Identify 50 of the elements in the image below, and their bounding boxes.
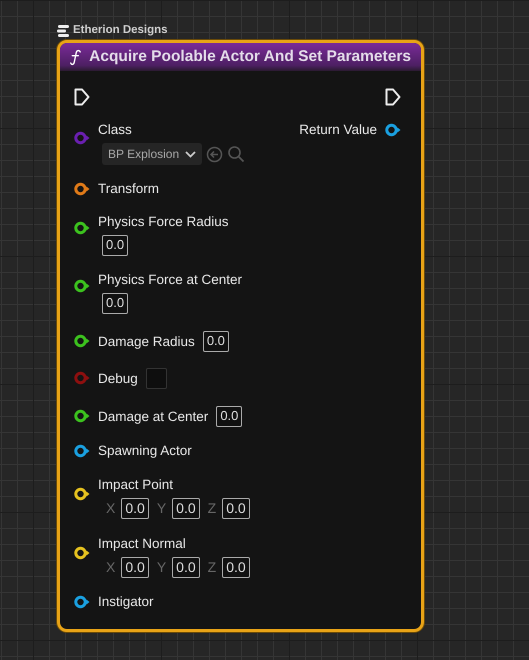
number-field[interactable]: 0.0 — [102, 235, 128, 256]
pin-label: Impact Point — [98, 476, 174, 494]
pin-icon[interactable] — [74, 546, 90, 560]
number-field[interactable]: 0.0 — [222, 557, 250, 578]
number-field[interactable]: 0.0 — [222, 498, 250, 519]
number-field[interactable]: 0.0 — [121, 557, 149, 578]
axis-label: X — [106, 558, 116, 577]
pin-icon[interactable] — [74, 444, 90, 458]
pin-label: Physics Force at Center — [98, 271, 242, 289]
pin-label: Spawning Actor — [98, 442, 192, 460]
pin-label: Damage Radius — [98, 332, 195, 350]
axis-label: Z — [208, 499, 216, 518]
node-title: Acquire Poolable Actor And Set Parameters — [89, 47, 411, 68]
pin-label: Return Value — [299, 121, 377, 139]
pin-label: Transform — [98, 180, 160, 198]
pin-icon[interactable] — [74, 334, 90, 348]
comment-icon — [57, 25, 70, 37]
pin-icon[interactable] — [385, 123, 401, 137]
pin-label: Impact Normal — [98, 535, 186, 553]
number-field[interactable]: 0.0 — [102, 293, 128, 314]
class-dropdown[interactable]: BP Explosion — [102, 143, 202, 165]
pin-icon[interactable] — [74, 221, 90, 235]
pin-icon[interactable] — [74, 409, 90, 423]
checkbox[interactable] — [146, 368, 167, 389]
exec-pin-icon[interactable] — [74, 88, 90, 106]
comment-title: Etherion Designs — [73, 23, 168, 38]
function-icon — [70, 48, 82, 66]
pin-label: Debug — [98, 370, 138, 388]
pin-icon[interactable] — [74, 279, 90, 293]
chevron-icon — [185, 150, 196, 158]
number-field[interactable]: 0.0 — [172, 557, 200, 578]
axis-label: Z — [208, 558, 216, 577]
exec-pin-icon[interactable] — [385, 88, 401, 106]
axis-label: Y — [156, 558, 166, 577]
search-icon[interactable] — [227, 145, 246, 163]
number-field[interactable]: 0.0 — [121, 498, 149, 519]
pin-label: Damage at Center — [98, 408, 208, 426]
axis-label: X — [106, 499, 116, 518]
pin-label: Class — [98, 121, 132, 139]
pin-label: Instigator — [98, 593, 154, 611]
number-field[interactable]: 0.0 — [216, 406, 242, 427]
number-field[interactable]: 0.0 — [202, 331, 229, 352]
axis-label: Y — [156, 499, 166, 518]
pin-icon[interactable] — [74, 595, 90, 609]
function-node[interactable] — [57, 40, 424, 632]
pin-icon[interactable] — [74, 487, 90, 501]
number-field[interactable]: 0.0 — [172, 498, 200, 519]
use-selected-icon[interactable] — [206, 146, 224, 162]
pin-label: Physics Force Radius — [98, 213, 229, 231]
pin-icon[interactable] — [74, 182, 90, 196]
